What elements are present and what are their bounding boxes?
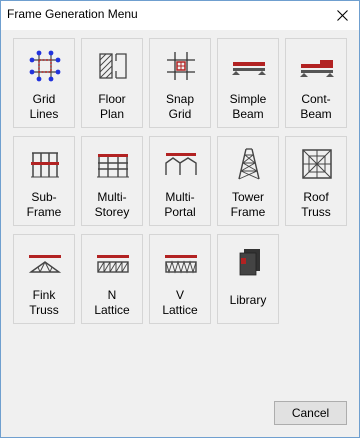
cont-beam-icon	[300, 60, 334, 77]
tile-label: Multi- Storey	[94, 190, 130, 219]
close-icon	[337, 10, 348, 21]
snap-grid-icon	[167, 52, 195, 80]
multi-storey-icon	[97, 154, 129, 178]
library-icon	[239, 249, 260, 276]
tile-simple-beam[interactable]: Simple Beam	[217, 38, 279, 128]
title-bar: Frame Generation Menu	[1, 1, 359, 30]
window-title: Frame Generation Menu	[7, 7, 138, 21]
tile-label: Library	[229, 293, 267, 307]
tower-frame-icon	[238, 148, 260, 180]
tile-v-lattice[interactable]: V Lattice	[149, 234, 211, 324]
tile-fink-truss[interactable]: Fink Truss	[13, 234, 75, 324]
tile-label: Multi- Portal	[164, 190, 196, 219]
tile-label: Floor Plan	[98, 92, 126, 121]
tile-multi-storey[interactable]: Multi- Storey	[81, 136, 143, 226]
dialog-window: Frame Generation Menu Grid Lines Floor P…	[0, 0, 360, 438]
sub-frame-icon	[31, 152, 59, 178]
tile-label: N Lattice	[94, 288, 130, 317]
tile-roof-truss[interactable]: Roof Truss	[285, 136, 347, 226]
tile-n-lattice[interactable]: N Lattice	[81, 234, 143, 324]
tile-label: Cont- Beam	[300, 92, 332, 121]
tile-label: Roof Truss	[301, 190, 331, 219]
n-lattice-icon	[97, 255, 129, 273]
tile-label: Fink Truss	[29, 288, 59, 317]
tile-label: Simple Beam	[229, 92, 267, 121]
tile-label: Grid Lines	[29, 92, 59, 121]
tile-grid-lines[interactable]: Grid Lines	[13, 38, 75, 128]
multi-portal-icon	[165, 153, 197, 175]
simple-beam-icon	[232, 62, 266, 75]
tile-label: Snap Grid	[165, 92, 195, 121]
roof-truss-icon	[302, 149, 332, 179]
tile-sub-frame[interactable]: Sub- Frame	[13, 136, 75, 226]
tile-label: Tower Frame	[230, 190, 266, 219]
tile-multi-portal[interactable]: Multi- Portal	[149, 136, 211, 226]
tile-label: Sub- Frame	[26, 190, 62, 219]
v-lattice-icon	[165, 255, 197, 274]
fink-truss-icon	[28, 255, 62, 273]
tile-label: V Lattice	[162, 288, 198, 317]
tile-snap-grid[interactable]: Snap Grid	[149, 38, 211, 128]
tile-cont-beam[interactable]: Cont- Beam	[285, 38, 347, 128]
tile-tower-frame[interactable]: Tower Frame	[217, 136, 279, 226]
grid-lines-icon	[29, 50, 61, 82]
floor-plan-icon	[99, 53, 127, 79]
tile-library[interactable]: Library	[217, 234, 279, 324]
cancel-button[interactable]: Cancel	[274, 401, 347, 425]
close-button[interactable]	[325, 1, 359, 30]
tile-floor-plan[interactable]: Floor Plan	[81, 38, 143, 128]
